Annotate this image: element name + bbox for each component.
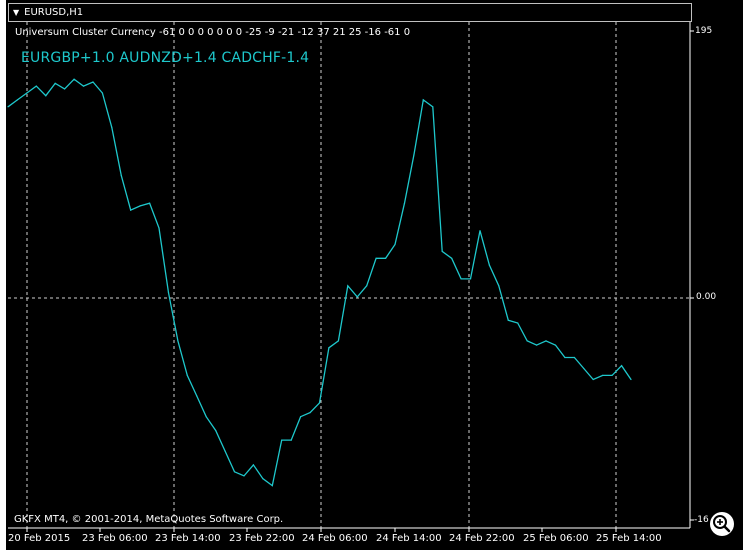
indicator-point — [375, 257, 377, 259]
indicator-point — [318, 402, 321, 404]
indicator-point — [64, 88, 66, 90]
indicator-point — [460, 278, 462, 280]
indicator-point — [337, 340, 339, 342]
indicator-point — [592, 378, 594, 381]
indicator-point — [583, 367, 585, 370]
indicator-point — [356, 296, 358, 298]
time-label: 20 Feb 2015 — [8, 533, 71, 544]
indicator-point — [517, 322, 519, 324]
indicator-point — [573, 356, 576, 359]
indicator-point — [309, 412, 311, 414]
indicator-point — [186, 374, 188, 376]
indicator-point — [224, 450, 226, 452]
indicator-point — [328, 347, 330, 349]
chart-plot-area — [7, 22, 694, 532]
indicator-point — [422, 99, 424, 101]
indicator-point — [196, 395, 198, 397]
indicator-point — [111, 126, 113, 128]
indicator-point — [45, 95, 47, 97]
indicator-point — [602, 374, 604, 376]
indicator-point — [621, 365, 623, 367]
indicator-point — [139, 205, 141, 207]
indicator-point — [385, 257, 387, 259]
indicator-point — [488, 264, 490, 266]
indicator-point — [413, 154, 415, 156]
indicator-point — [16, 99, 18, 101]
indicator-point — [366, 285, 368, 287]
indicator-point — [149, 202, 151, 204]
indicator-point — [394, 243, 396, 246]
time-ticks — [26, 528, 617, 532]
indicator-point — [347, 285, 349, 287]
indicator-point — [281, 439, 283, 441]
indicator-point — [177, 340, 179, 342]
grid — [8, 22, 690, 528]
indicator-point — [564, 356, 566, 359]
indicator-point — [7, 106, 9, 108]
indicator-point — [479, 230, 481, 232]
indicator-point — [441, 250, 443, 252]
indicator-point — [469, 278, 472, 280]
indicator-point — [130, 209, 132, 211]
indicator-point — [403, 202, 406, 204]
indicator-point — [233, 471, 236, 473]
indicator-point — [271, 485, 273, 487]
indicator-point — [498, 285, 500, 287]
indicator-point — [158, 227, 160, 229]
indicator-point — [35, 85, 37, 87]
chart-title-bar[interactable]: ▼ EURUSD,H1 — [8, 3, 692, 22]
indicator-point — [545, 340, 547, 342]
copyright-label: GKFX MT4, © 2001-2014, MetaQuotes Softwa… — [14, 514, 284, 525]
indicator-point — [82, 85, 85, 87]
indicator-point — [290, 439, 292, 441]
indicator-point — [120, 175, 122, 177]
magnifier-plus-icon[interactable] — [708, 510, 736, 538]
price-label-top: 195 — [695, 26, 713, 36]
indicator-line — [7, 78, 632, 487]
indicator-point — [262, 478, 264, 480]
time-label: 25 Feb 14:00 — [596, 533, 662, 544]
indicator-point — [101, 92, 103, 94]
time-label: 23 Feb 22:00 — [229, 533, 295, 544]
time-label: 23 Feb 14:00 — [155, 533, 221, 544]
indicator-point — [243, 475, 245, 477]
indicator-point — [300, 416, 302, 418]
indicator-points — [7, 78, 632, 487]
indicator-point — [536, 344, 538, 346]
time-label: 25 Feb 06:00 — [523, 533, 589, 544]
indicator-point — [611, 374, 613, 376]
time-label: 23 Feb 06:00 — [82, 533, 148, 544]
indicator-point — [507, 319, 509, 321]
indicator-point — [432, 106, 434, 108]
indicator-point — [73, 78, 75, 80]
indicator-label: Universum Cluster Currency -61 0 0 0 0 0… — [15, 27, 411, 38]
indicator-point — [252, 464, 254, 466]
indicator-point — [630, 378, 632, 381]
indicator-point — [215, 429, 217, 432]
indicator-point — [26, 92, 28, 94]
time-label: 24 Feb 22:00 — [449, 533, 515, 544]
indicator-point — [451, 257, 453, 259]
triangle-down-icon[interactable]: ▼ — [13, 8, 19, 17]
indicator-point — [205, 416, 207, 418]
indicator-point — [526, 340, 528, 342]
time-label: 24 Feb 06:00 — [302, 533, 368, 544]
time-label: 24 Feb 14:00 — [376, 533, 442, 544]
price-label-bottom: -16 — [694, 515, 709, 525]
indicator-point — [554, 344, 557, 346]
indicator-pairs-label: EURGBP+1.0 AUDNZD+1.4 CADCHF-1.4 — [21, 50, 310, 66]
indicator-point — [167, 292, 170, 294]
symbol-label: EURUSD,H1 — [24, 7, 84, 18]
indicator-point — [54, 82, 56, 84]
price-label-zero: 0.00 — [696, 292, 717, 302]
indicator-point — [92, 81, 94, 83]
